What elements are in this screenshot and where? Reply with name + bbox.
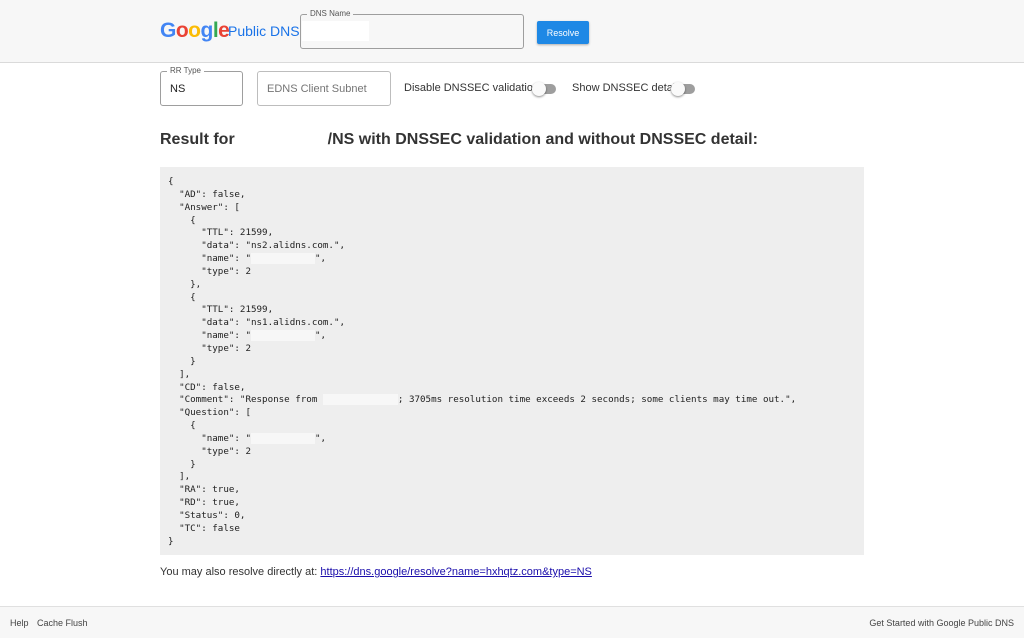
json-line: } [168, 355, 196, 367]
json-line: "name": " [168, 330, 251, 342]
json-line: "type": 2 [168, 342, 251, 354]
json-line-tail: ; 3705ms resolution time exceeds 2 secon… [397, 394, 797, 406]
json-line: } [168, 535, 174, 547]
json-line-tail: ", [314, 330, 327, 342]
disable-dnssec-toggle[interactable] [532, 82, 556, 96]
show-dnssec-toggle[interactable] [671, 82, 695, 96]
json-line: { [168, 420, 196, 432]
direct-resolve-text: You may also resolve directly at: [160, 566, 321, 578]
redacted-value [250, 253, 315, 265]
logo-letter: g [200, 19, 214, 42]
disable-dnssec-label: Disable DNSSEC validation [404, 82, 540, 94]
logo-letter: o [188, 19, 201, 42]
toggle-knob [532, 82, 546, 96]
json-line: } [168, 458, 196, 470]
json-result: { "AD": false, "Answer": [ { "TTL": 2159… [168, 176, 796, 548]
show-dnssec-label: Show DNSSEC detail [572, 82, 678, 94]
json-line: "Answer": [ [168, 201, 240, 213]
toggle-knob [671, 82, 685, 96]
rr-type-select[interactable]: RR Type NS [160, 66, 243, 106]
rr-type-label: RR Type [167, 66, 204, 75]
product-name[interactable]: Public DNS [228, 23, 300, 39]
json-line: "type": 2 [168, 445, 251, 457]
cache-flush-link[interactable]: Cache Flush [37, 618, 88, 628]
json-line: "data": "ns2.alidns.com.", [168, 240, 346, 252]
json-line: "CD": false, [168, 381, 246, 393]
json-line: "TTL": 21599, [168, 227, 274, 239]
json-line: { [168, 214, 196, 226]
get-started-link[interactable]: Get Started with Google Public DNS [869, 618, 1014, 628]
dns-name-label: DNS Name [307, 9, 354, 18]
help-link[interactable]: Help [10, 618, 29, 628]
json-line: }, [168, 278, 202, 290]
result-title-suffix: /NS with DNSSEC validation and without D… [327, 131, 758, 148]
direct-resolve-link[interactable]: https://dns.google/resolve?name=hxhqtz.c… [320, 566, 592, 578]
json-result-panel: { "AD": false, "Answer": [ { "TTL": 2159… [160, 167, 864, 555]
json-line: "name": " [168, 253, 251, 265]
json-line: "Question": [ [168, 407, 251, 419]
json-line: "AD": false, [168, 188, 246, 200]
dns-name-value[interactable] [302, 21, 369, 41]
json-line: "type": 2 [168, 265, 251, 277]
json-line-tail: ", [314, 432, 327, 444]
json-line: "TTL": 21599, [168, 304, 274, 316]
json-line: ], [168, 368, 191, 380]
edns-client-subnet-input[interactable] [257, 71, 391, 106]
json-line: "RA": true, [168, 484, 240, 496]
footer: Help Cache Flush Get Started with Google… [0, 606, 1024, 638]
logo-letter: G [160, 19, 176, 42]
dns-name-field[interactable]: DNS Name [300, 9, 524, 49]
result-title: Result for/NS with DNSSEC validation and… [160, 131, 758, 149]
json-line: "TC": false [168, 522, 240, 534]
redacted-value [322, 394, 398, 406]
rr-type-value: NS [170, 83, 186, 95]
redacted-value [250, 432, 315, 444]
app-header: Google Public DNS DNS Name Resolve [0, 0, 1024, 63]
json-line: { [168, 176, 174, 187]
json-line: "data": "ns1.alidns.com.", [168, 317, 346, 329]
direct-resolve-note: You may also resolve directly at: https:… [160, 566, 592, 578]
json-line: { [168, 291, 196, 303]
json-line-tail: ", [314, 253, 327, 265]
json-line: "Status": 0, [168, 509, 246, 521]
logo-letter: o [175, 19, 189, 42]
json-line: "name": " [168, 432, 251, 444]
google-logo[interactable]: Google [160, 19, 230, 43]
result-title-prefix: Result for [160, 131, 235, 148]
json-line: "Comment": "Response from [168, 394, 323, 406]
json-line: ], [168, 471, 191, 483]
redacted-value [250, 330, 315, 342]
resolve-button[interactable]: Resolve [537, 21, 589, 44]
json-line: "RD": true, [168, 497, 240, 509]
